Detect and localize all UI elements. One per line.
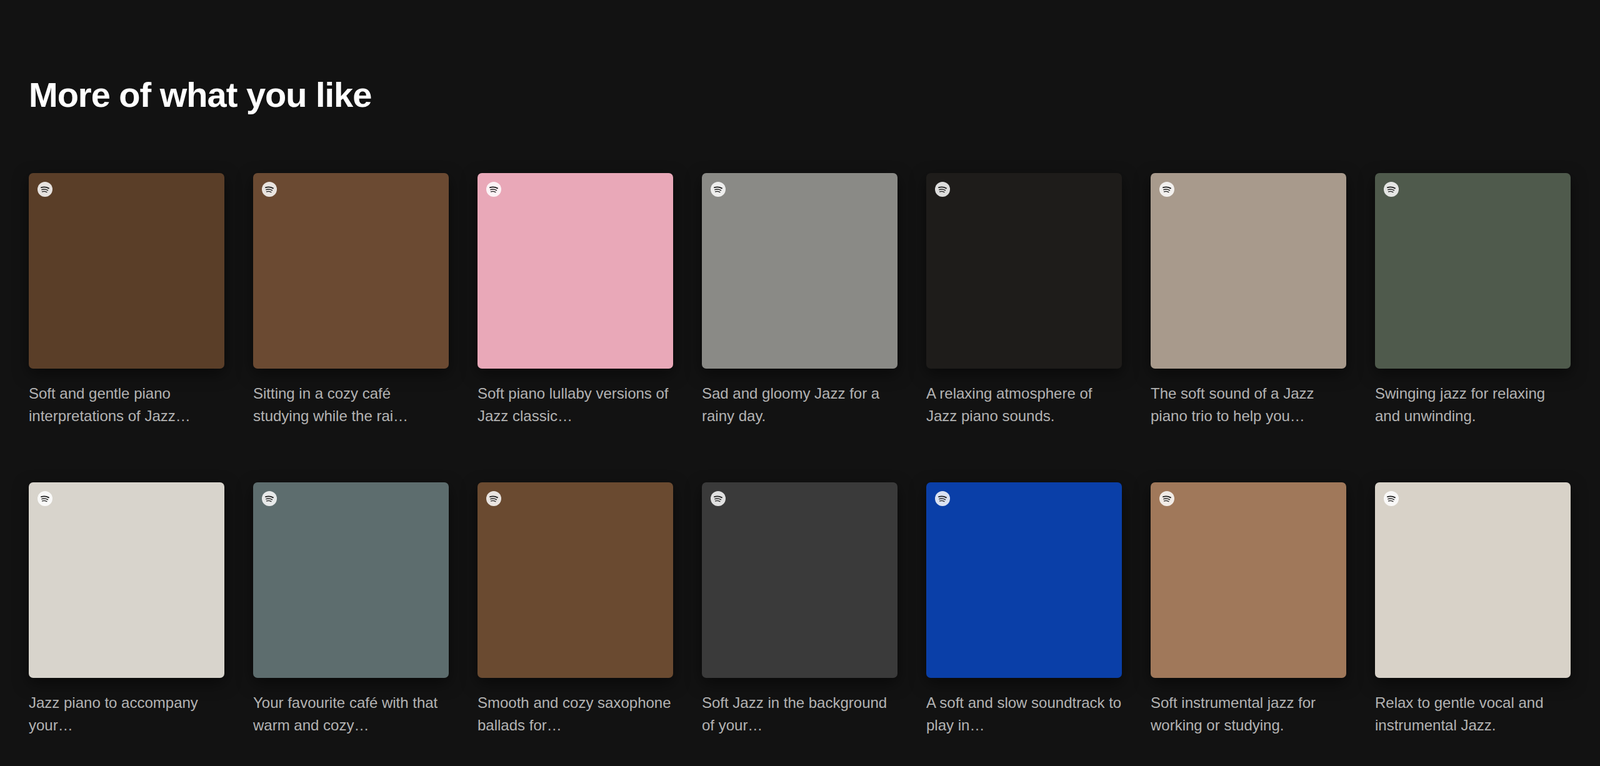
- spotify-logo-icon: [37, 181, 53, 197]
- playlist-description: Your favourite café with that warm and c…: [253, 691, 449, 737]
- playlist-card[interactable]: Relax to gentle vocal and instrumental J…: [1375, 482, 1571, 737]
- spotify-logo-icon: [1383, 181, 1399, 197]
- playlist-cover[interactable]: [28, 482, 225, 679]
- playlist-description: Soft piano lullaby versions of Jazz clas…: [477, 382, 674, 428]
- playlist-cover[interactable]: [1150, 482, 1347, 679]
- spotify-logo-icon: [935, 491, 950, 507]
- playlist-card[interactable]: Smooth and cozy saxophone ballads for…: [477, 482, 674, 737]
- spotify-logo-icon: [1383, 491, 1399, 507]
- playlist-card[interactable]: The soft sound of a Jazz piano trio to h…: [1150, 173, 1347, 428]
- playlist-card[interactable]: Your favourite café with that warm and c…: [253, 482, 449, 737]
- playlist-card[interactable]: Soft piano lullaby versions of Jazz clas…: [477, 173, 674, 428]
- playlist-cover[interactable]: [926, 173, 1122, 369]
- spotify-logo-icon: [1159, 491, 1175, 507]
- playlist-cover[interactable]: [477, 173, 674, 369]
- playlist-cover[interactable]: [1375, 482, 1571, 679]
- spotify-logo-icon: [486, 181, 502, 197]
- playlist-card[interactable]: Soft instrumental jazz for working or st…: [1150, 482, 1347, 737]
- playlist-description: A relaxing atmosphere of Jazz piano soun…: [926, 382, 1122, 428]
- spotify-logo-icon: [261, 491, 277, 507]
- home-page: More of what you like Soft and gentle pia…: [0, 0, 1600, 766]
- playlist-description: Sad and gloomy Jazz for a rainy day.: [701, 382, 898, 428]
- playlist-cover[interactable]: [253, 482, 449, 679]
- spotify-logo-icon: [710, 491, 726, 507]
- playlist-description: Relax to gentle vocal and instrumental J…: [1375, 691, 1571, 737]
- spotify-logo-icon: [1159, 181, 1175, 197]
- playlist-shelf: More of what you like Soft and gentle pia…: [28, 73, 1571, 737]
- playlist-card[interactable]: Soft Jazz in the background of your…: [701, 482, 898, 737]
- playlist-card[interactable]: A soft and slow soundtrack to play in…: [926, 482, 1122, 737]
- playlist-description: Swinging jazz for relaxing and unwinding…: [1375, 382, 1571, 428]
- playlist-card[interactable]: Soft and gentle piano interpretations of…: [28, 173, 225, 428]
- playlist-cover[interactable]: [477, 482, 674, 679]
- spotify-logo-icon: [710, 181, 726, 197]
- playlist-description: Soft and gentle piano interpretations of…: [28, 382, 225, 428]
- spotify-logo-icon: [486, 491, 502, 507]
- playlist-description: Soft Jazz in the background of your…: [701, 691, 898, 737]
- playlist-description: Smooth and cozy saxophone ballads for…: [477, 691, 674, 737]
- section-title[interactable]: More of what you like: [28, 73, 1571, 116]
- spotify-logo-icon: [37, 491, 53, 507]
- playlist-card[interactable]: Jazz piano to accompany your…: [28, 482, 225, 737]
- playlist-cover[interactable]: [1150, 173, 1347, 369]
- playlist-card[interactable]: Sitting in a cozy café studying while th…: [253, 173, 449, 428]
- playlist-description: Sitting in a cozy café studying while th…: [253, 382, 449, 428]
- spotify-logo-icon: [261, 181, 277, 197]
- spotify-logo-icon: [935, 181, 950, 197]
- playlist-card[interactable]: Swinging jazz for relaxing and unwinding…: [1375, 173, 1571, 428]
- playlist-description: A soft and slow soundtrack to play in…: [926, 691, 1122, 737]
- playlist-cover[interactable]: [926, 482, 1122, 679]
- playlist-description: Jazz piano to accompany your…: [28, 691, 225, 737]
- playlist-description: The soft sound of a Jazz piano trio to h…: [1150, 382, 1347, 428]
- playlist-description: Soft instrumental jazz for working or st…: [1150, 691, 1347, 737]
- playlist-cover[interactable]: [701, 173, 898, 369]
- playlist-cover[interactable]: [28, 173, 225, 369]
- playlist-cover[interactable]: [1375, 173, 1571, 369]
- playlist-cover[interactable]: [701, 482, 898, 679]
- playlist-card[interactable]: A relaxing atmosphere of Jazz piano soun…: [926, 173, 1122, 428]
- playlist-cover[interactable]: [253, 173, 449, 369]
- playlist-card[interactable]: Sad and gloomy Jazz for a rainy day.: [701, 173, 898, 428]
- playlist-grid: Soft and gentle piano interpretations of…: [28, 173, 1571, 737]
